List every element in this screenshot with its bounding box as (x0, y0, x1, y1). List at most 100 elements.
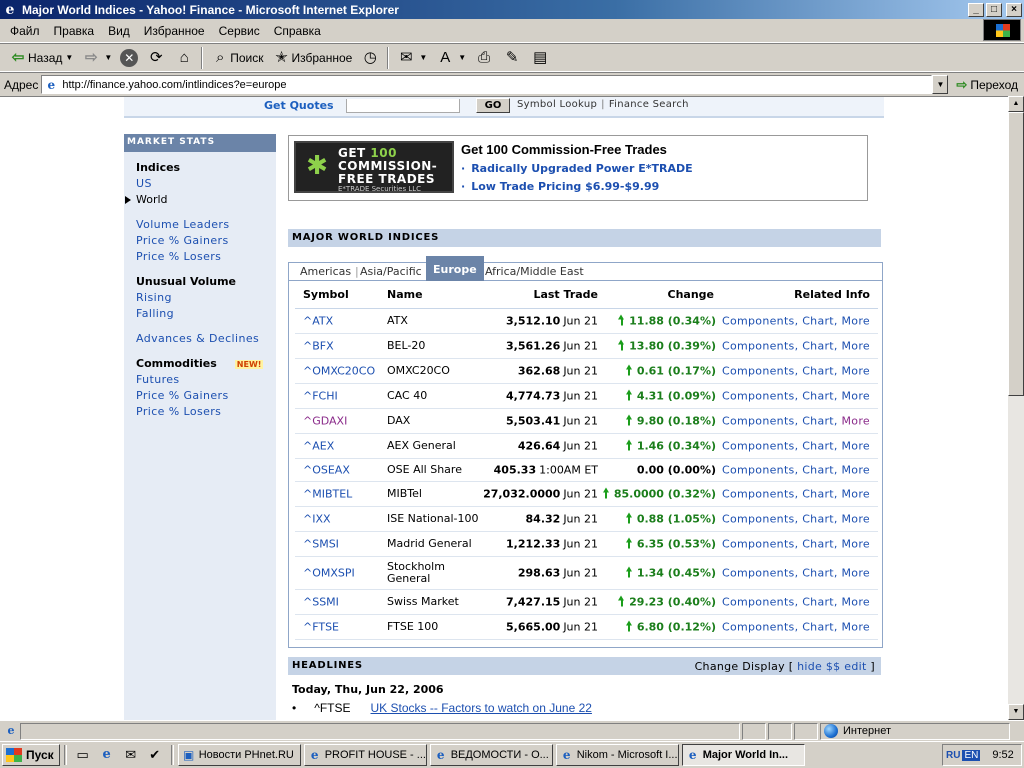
components-link[interactable]: Components (722, 440, 795, 453)
chevron-down-icon[interactable]: ▼ (458, 53, 466, 62)
chart-link[interactable]: Chart (802, 440, 834, 453)
more-link[interactable]: More (842, 513, 870, 526)
forward-button[interactable]: ⇨ ▼ (77, 46, 116, 70)
hide-dollar-link[interactable]: hide $$ (797, 660, 840, 673)
chart-link[interactable]: Chart (802, 621, 834, 634)
components-link[interactable]: Components (722, 596, 795, 609)
nav-futures-link[interactable]: Futures (136, 373, 276, 389)
chart-link[interactable]: Chart (802, 513, 834, 526)
components-link[interactable]: Components (722, 390, 795, 403)
task-button[interactable]: e PROFIT HOUSE - ... (303, 744, 427, 766)
more-link[interactable]: More (842, 340, 870, 353)
chart-link[interactable]: Chart (802, 315, 834, 328)
history-button[interactable]: ◷ (356, 46, 384, 70)
components-link[interactable]: Components (722, 340, 795, 353)
ad-banner-image[interactable]: ✱ GET 100 COMMISSION- FREE TRADES E*TRAD… (294, 141, 454, 193)
chevron-down-icon[interactable]: ▼ (419, 53, 427, 62)
nav-rising-link[interactable]: Rising (136, 291, 276, 307)
more-link[interactable]: More (842, 464, 870, 477)
keyboard-ru-indicator[interactable]: RU (946, 750, 960, 761)
finance-search-link[interactable]: Finance Search (609, 99, 689, 110)
nav-advances-declines-link[interactable]: Advances & Declines (136, 332, 276, 348)
favorites-button[interactable]: ✭ Избранное (268, 46, 357, 70)
components-link[interactable]: Components (722, 538, 795, 551)
tab-americas[interactable]: Americas (300, 265, 351, 278)
back-button[interactable]: ⇦ Назад ▼ (4, 46, 77, 70)
symbol-link[interactable]: ^SMSI (303, 538, 339, 551)
chart-link[interactable]: Chart (802, 340, 834, 353)
symbol-link[interactable]: ^FTSE (303, 621, 339, 634)
headline-link[interactable]: UK Stocks -- Factors to watch on June 22 (371, 701, 592, 715)
app-icon[interactable]: ✔ (145, 745, 165, 765)
print-button[interactable]: ⎙ (470, 46, 498, 70)
tab-asia-pacific[interactable]: Asia/Pacific (360, 265, 422, 278)
chart-link[interactable]: Chart (802, 567, 834, 580)
ie-launch-icon[interactable]: e (97, 745, 117, 765)
symbol-link[interactable]: ^BFX (303, 340, 334, 353)
menu-tools[interactable]: Сервис (212, 24, 267, 38)
components-link[interactable]: Components (722, 415, 795, 428)
chart-link[interactable]: Chart (802, 390, 834, 403)
task-button[interactable]: e ВЕДОМОСТИ - О... (429, 744, 553, 766)
components-link[interactable]: Components (722, 488, 795, 501)
menu-help[interactable]: Справка (267, 24, 328, 38)
chart-link[interactable]: Chart (802, 464, 834, 477)
chart-link[interactable]: Chart (802, 488, 834, 501)
nav-price-losers-link[interactable]: Price % Losers (136, 250, 276, 266)
more-link[interactable]: More (842, 621, 870, 634)
ad-link-pricing[interactable]: Low Trade Pricing $6.99-$9.99 (461, 180, 659, 193)
home-button[interactable]: ⌂ (170, 46, 198, 70)
chart-link[interactable]: Chart (802, 415, 834, 428)
more-link[interactable]: More (842, 315, 870, 328)
more-link[interactable]: More (842, 488, 870, 501)
chart-link[interactable]: Chart (802, 596, 834, 609)
more-link[interactable]: More (842, 440, 870, 453)
stop-button[interactable]: ✕ (116, 46, 142, 70)
chevron-down-icon[interactable]: ▼ (104, 53, 112, 62)
scroll-up-button[interactable]: ▲ (1008, 96, 1024, 112)
nav-commodity-gainers-link[interactable]: Price % Gainers (136, 389, 276, 405)
symbol-link[interactable]: ^OMXC20CO (303, 365, 375, 378)
menu-edit[interactable]: Правка (47, 24, 102, 38)
symbol-link[interactable]: ^AEX (303, 440, 334, 453)
minimize-button[interactable]: _ (968, 2, 984, 17)
chart-link[interactable]: Chart (802, 538, 834, 551)
components-link[interactable]: Components (722, 365, 795, 378)
close-button[interactable]: × (1006, 2, 1022, 17)
symbol-link[interactable]: ^FCHI (303, 390, 338, 403)
more-link[interactable]: More (842, 596, 870, 609)
chart-link[interactable]: Chart (802, 365, 834, 378)
task-button[interactable]: e Nikom - Microsoft I... (555, 744, 679, 766)
nav-us-link[interactable]: US (136, 177, 276, 193)
symbol-link[interactable]: ^SSMI (303, 596, 339, 609)
components-link[interactable]: Components (722, 315, 795, 328)
nav-price-gainers-link[interactable]: Price % Gainers (136, 234, 276, 250)
go-button[interactable]: ⇨ Переход (956, 77, 1018, 93)
nav-falling-link[interactable]: Falling (136, 307, 276, 323)
show-desktop-icon[interactable]: ▭ (73, 745, 93, 765)
quote-go-button[interactable]: GO (476, 98, 510, 113)
menu-favorites[interactable]: Избранное (137, 24, 212, 38)
components-link[interactable]: Components (722, 464, 795, 477)
symbol-link[interactable]: ^GDAXI (303, 415, 347, 428)
refresh-button[interactable]: ⟳ (142, 46, 170, 70)
nav-commodity-losers-link[interactable]: Price % Losers (136, 405, 276, 421)
menu-view[interactable]: Вид (101, 24, 137, 38)
more-link[interactable]: More (842, 365, 870, 378)
symbol-link[interactable]: ^OMXSPI (303, 567, 355, 580)
fonts-button[interactable]: A ▼ (431, 46, 470, 70)
scroll-thumb[interactable] (1008, 112, 1024, 396)
chevron-down-icon[interactable]: ▼ (65, 53, 73, 62)
symbol-link[interactable]: ^MIBTEL (303, 488, 352, 501)
address-input[interactable]: e http://finance.yahoo.com/intlindices?e… (41, 75, 933, 94)
quote-symbol-input[interactable] (346, 99, 460, 113)
vertical-scrollbar[interactable]: ▲ ▼ (1008, 96, 1024, 720)
start-button[interactable]: Пуск (2, 744, 60, 766)
tab-africa-middle-east[interactable]: Africa/Middle East (485, 265, 584, 278)
task-button-active[interactable]: e Major World In... (681, 744, 805, 766)
nav-volume-leaders-link[interactable]: Volume Leaders (136, 218, 276, 234)
mail-button[interactable]: ✉ ▼ (392, 46, 431, 70)
tab-europe[interactable]: Europe (426, 256, 484, 281)
discuss-button[interactable]: ▤ (526, 46, 554, 70)
more-link[interactable]: More (842, 538, 870, 551)
